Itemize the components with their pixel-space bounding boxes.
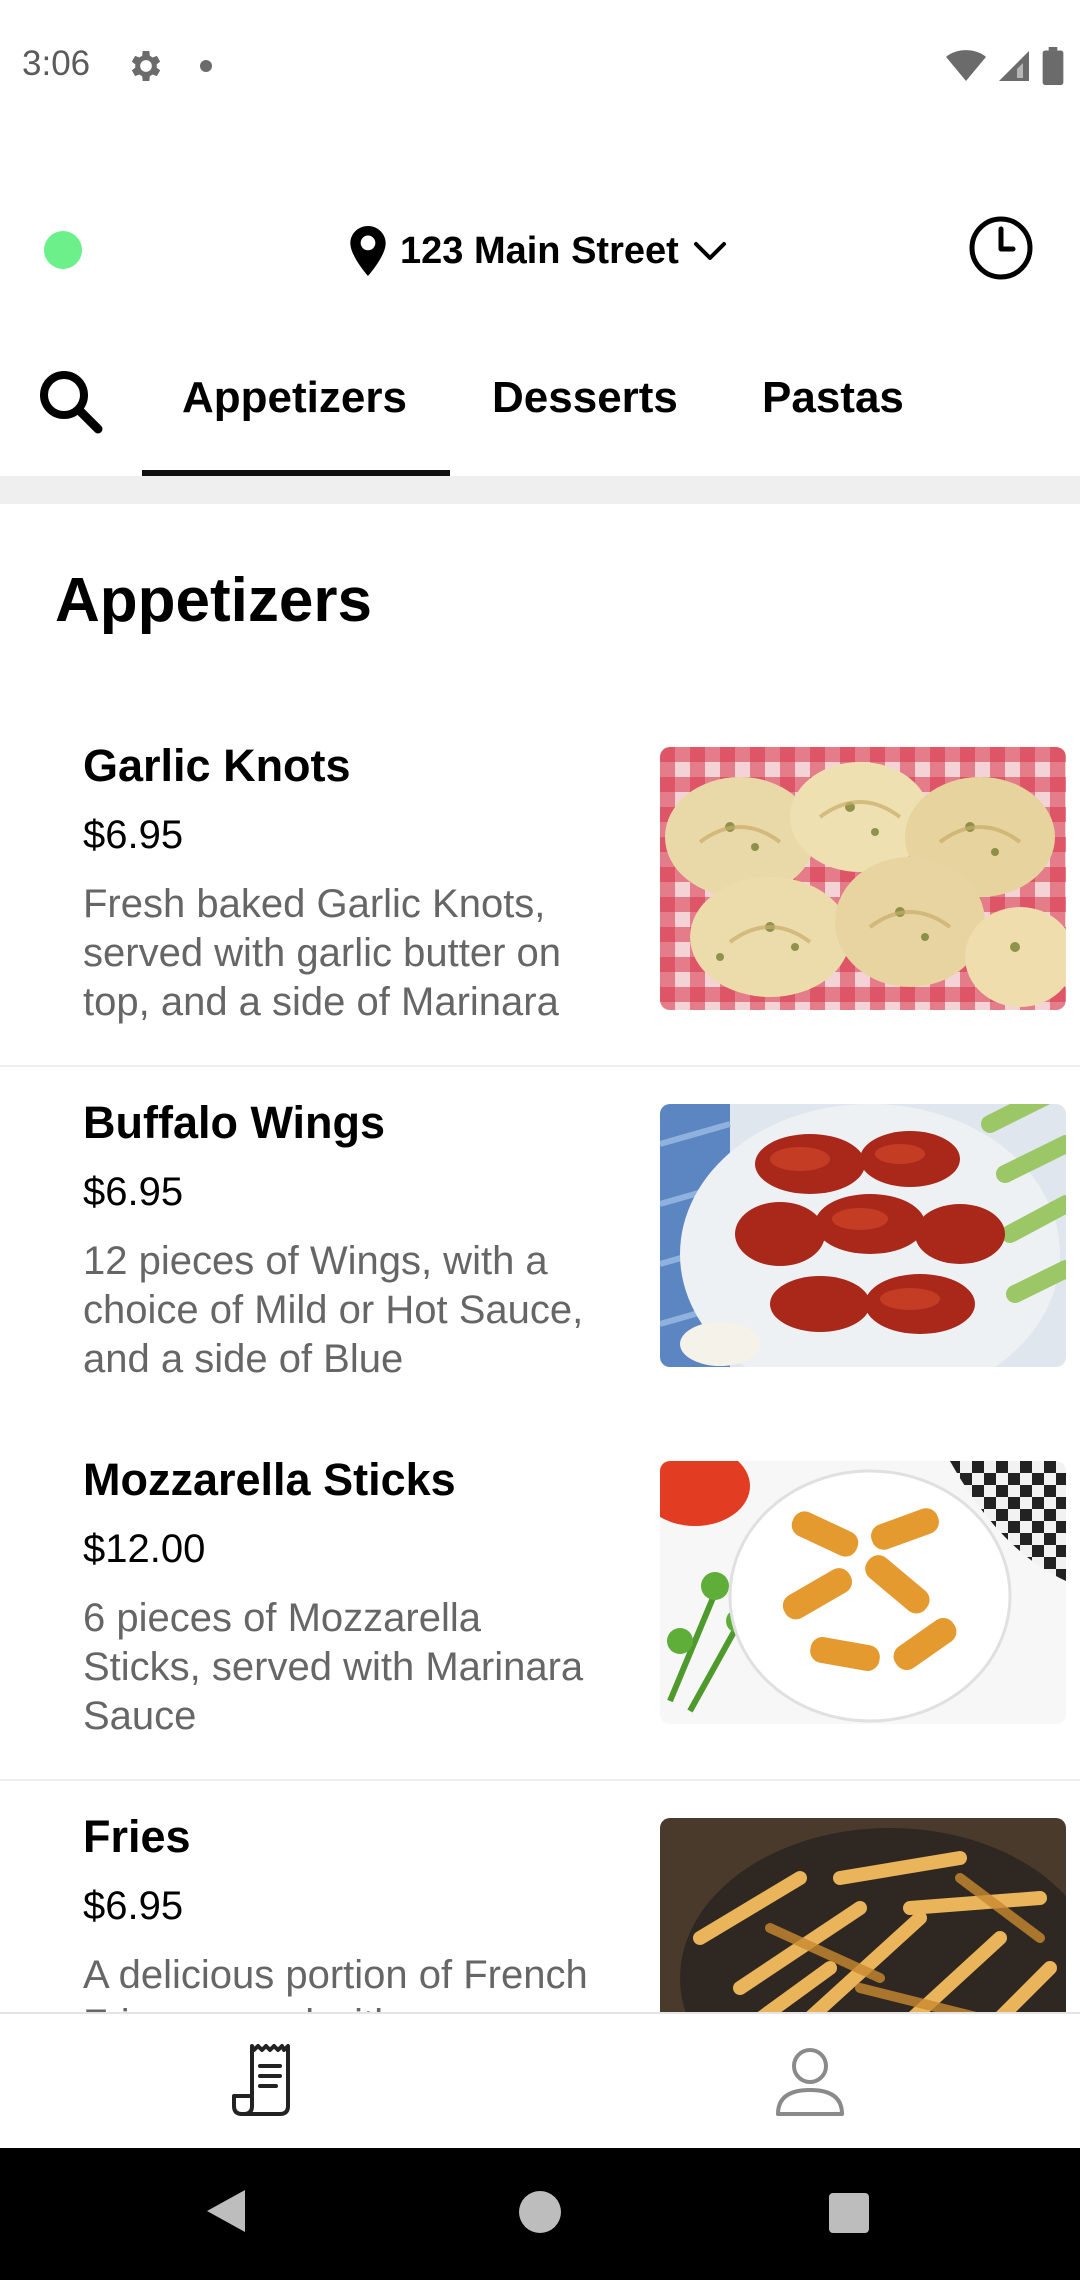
location-pin-icon — [350, 226, 386, 276]
tab-pastas[interactable]: Pastas — [762, 373, 904, 423]
garlic-knots-image — [660, 747, 1066, 1010]
address-selector[interactable]: 123 Main Street — [350, 223, 727, 279]
menu-item-mozzarella-sticks[interactable]: Mozzarella Sticks $12.00 6 pieces of Moz… — [0, 1424, 1080, 1781]
item-name: Garlic Knots — [83, 740, 351, 791]
back-icon[interactable] — [205, 2188, 247, 2234]
clock-icon[interactable] — [968, 215, 1034, 281]
category-tabs: Appetizers Desserts Pastas — [0, 340, 1080, 476]
tab-desserts[interactable]: Desserts — [492, 373, 678, 423]
section-title: Appetizers — [55, 566, 372, 635]
item-name: Mozzarella Sticks — [83, 1454, 456, 1505]
header: 123 Main Street — [0, 205, 1080, 295]
notification-dot — [200, 60, 212, 72]
item-price: $6.95 — [83, 813, 184, 857]
address-label: 123 Main Street — [400, 229, 679, 272]
item-price: $6.95 — [83, 1170, 184, 1214]
menu-item-garlic-knots[interactable]: Garlic Knots $6.95 Fresh baked Garlic Kn… — [0, 710, 1080, 1067]
status-icons — [946, 46, 1064, 86]
item-name: Fries — [83, 1811, 191, 1862]
system-nav-bar — [0, 2148, 1080, 2280]
item-price: $6.95 — [83, 1884, 184, 1928]
menu-receipt-icon[interactable] — [228, 2040, 308, 2120]
item-price: $12.00 — [83, 1527, 206, 1571]
tab-appetizers[interactable]: Appetizers — [182, 373, 407, 423]
chevron-down-icon — [693, 242, 726, 260]
battery-icon — [1042, 47, 1064, 85]
item-description: 12 pieces of Wings, with a choice of Mil… — [83, 1239, 584, 1381]
tabs-divider — [0, 476, 1080, 504]
home-icon[interactable] — [519, 2191, 561, 2233]
item-name: Buffalo Wings — [83, 1097, 386, 1148]
buffalo-wings-image — [660, 1104, 1066, 1367]
wifi-icon — [946, 50, 986, 81]
recents-icon[interactable] — [829, 2193, 869, 2233]
item-description: Fresh baked Garlic Knots, served with ga… — [83, 882, 562, 1024]
status-time: 3:06 — [22, 44, 91, 83]
menu-item-buffalo-wings[interactable]: Buffalo Wings $6.95 12 pieces of Wings, … — [0, 1067, 1080, 1424]
gear-icon — [131, 51, 161, 81]
mozzarella-sticks-image — [660, 1461, 1066, 1724]
profile-icon[interactable] — [770, 2040, 850, 2120]
search-icon[interactable] — [36, 367, 104, 435]
item-description: 6 pieces of Mozzarella Sticks, served wi… — [83, 1596, 584, 1738]
signal-icon — [999, 51, 1029, 81]
status-bar: 3:06 — [0, 0, 1080, 135]
store-status-indicator — [44, 231, 82, 269]
bottom-nav — [0, 2012, 1080, 2148]
